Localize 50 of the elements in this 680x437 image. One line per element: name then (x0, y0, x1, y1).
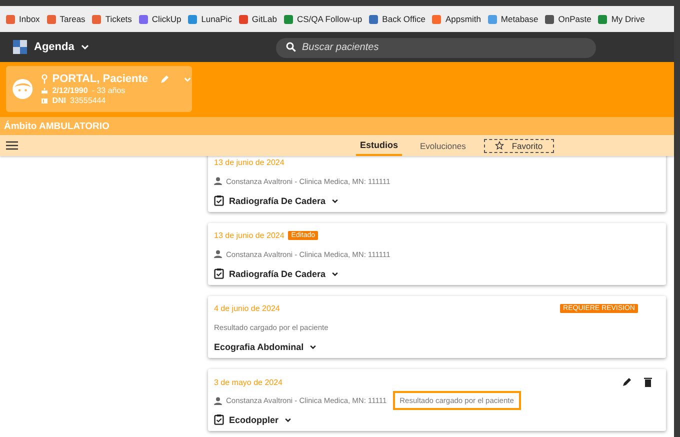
gender-icon (41, 74, 48, 84)
study-title[interactable]: Ecografia Abdominal (214, 342, 304, 352)
bookmark-link[interactable]: Appsmith (432, 14, 481, 24)
pencil-icon[interactable] (622, 377, 632, 387)
study-title[interactable]: Radiografía De Cadera (229, 196, 326, 206)
person-icon (214, 396, 222, 404)
study-date: 3 de mayo de 2024 (214, 378, 282, 386)
trash-icon[interactable] (644, 377, 652, 387)
dni-number: 33555444 (70, 96, 106, 105)
cake-icon (41, 87, 48, 94)
study-date: 4 de junio de 2024 (214, 304, 280, 313)
patient-name: PORTAL, Paciente (52, 73, 148, 85)
dni-label: DNI (52, 96, 66, 105)
bookmark-link[interactable]: My Drive (598, 14, 645, 24)
logo-icon (12, 39, 28, 55)
bookmark-link[interactable]: Tareas (46, 14, 86, 24)
star-icon (494, 141, 504, 150)
id-card-icon (41, 98, 48, 104)
search-icon (286, 42, 296, 52)
clipboard-check-icon (214, 268, 224, 279)
patient-age: - 33 años (92, 86, 126, 95)
bookmark-link[interactable]: Inbox (6, 14, 40, 24)
person-icon (214, 177, 222, 185)
study-title[interactable]: Radiografía De Cadera (229, 268, 326, 278)
study-date: 13 de junio de 2024 (214, 231, 284, 240)
scope-label: Ámbito AMBULATORIO (4, 120, 110, 132)
tab[interactable]: Evoluciones (416, 135, 470, 156)
birth-date: 2/12/1990 (52, 86, 88, 95)
chevron-down-icon[interactable] (80, 42, 90, 52)
bookmark-link[interactable]: CS/QA Follow-up (284, 14, 362, 24)
study-date: 13 de junio de 2024 (214, 158, 284, 167)
clipboard-check-icon (214, 195, 224, 206)
study-title[interactable]: Ecodoppler (229, 414, 279, 424)
search-field[interactable]: Buscar pacientes (276, 38, 596, 58)
bookmark-link[interactable]: ClickUp (138, 14, 182, 24)
chevron-down-icon[interactable] (308, 343, 317, 351)
bookmark-link[interactable]: LunaPic (188, 14, 232, 24)
favorite-button[interactable]: Favorito (484, 138, 554, 152)
menu-icon[interactable] (6, 141, 18, 150)
chevron-down-icon[interactable] (330, 270, 339, 278)
bookmark-link[interactable]: Metabase (488, 14, 538, 24)
person-icon (214, 250, 222, 258)
bookmark-link[interactable]: GitLab (238, 14, 277, 24)
chevron-down-icon[interactable] (330, 196, 339, 204)
chevron-down-icon[interactable] (284, 416, 292, 424)
agenda-menu[interactable]: Agenda (34, 41, 74, 53)
clipboard-check-icon (214, 414, 224, 425)
bookmark-link[interactable]: Back Office (369, 14, 426, 24)
bookmark-link[interactable]: OnPaste (545, 14, 592, 24)
bookmark-link[interactable]: Tickets (92, 14, 132, 24)
